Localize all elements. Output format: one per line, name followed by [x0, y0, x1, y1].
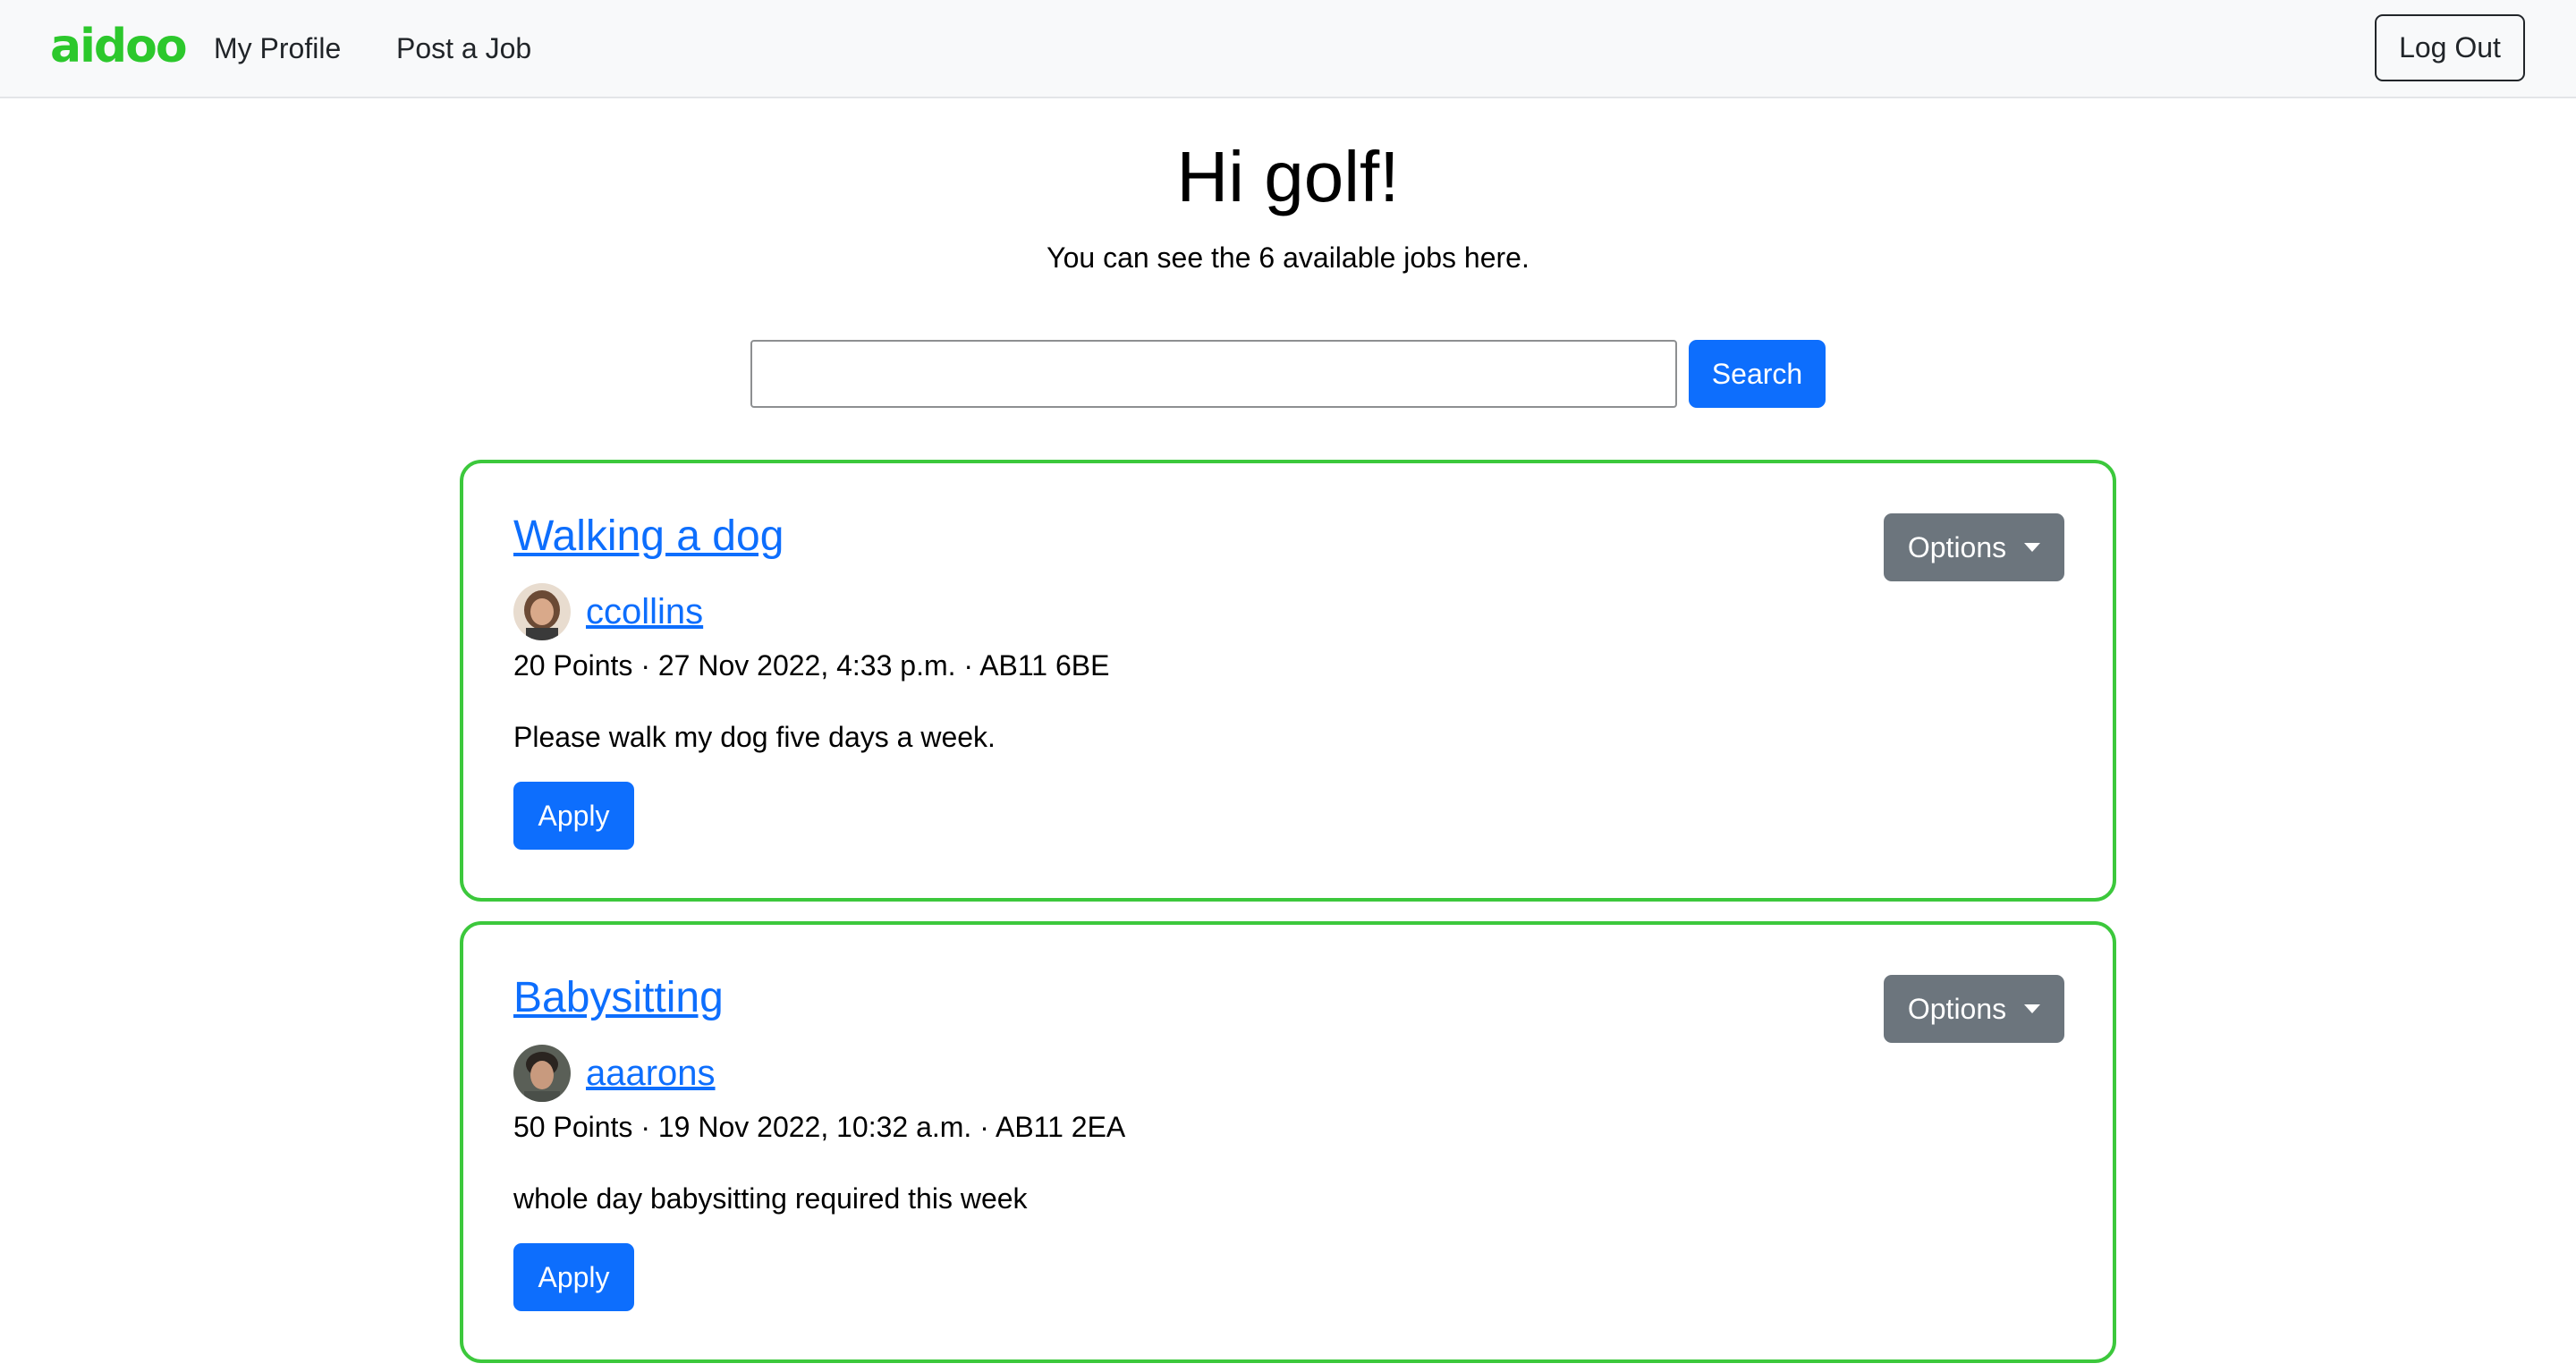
poster-username-link[interactable]: aaarons — [586, 1045, 716, 1102]
page-title: Hi golf! — [1176, 137, 1400, 216]
job-title-link[interactable]: Walking a dog — [513, 512, 784, 561]
options-label: Options — [1907, 992, 2007, 1025]
avatar — [513, 583, 571, 640]
job-card: Babysitting aaarons 50 Points · 19 Nov 2… — [460, 921, 2116, 1363]
options-dropdown-button[interactable]: Options — [1884, 513, 2064, 581]
job-description: Please walk my dog five days a week. — [513, 721, 996, 753]
options-dropdown-button[interactable]: Options — [1884, 975, 2064, 1043]
avatar — [513, 1045, 571, 1102]
chevron-down-icon — [2024, 1004, 2041, 1013]
apply-button[interactable]: Apply — [513, 782, 634, 850]
logout-button[interactable]: Log Out — [2375, 14, 2525, 81]
job-card: Walking a dog ccollins 20 Points · 27 No… — [460, 460, 2116, 902]
job-meta: 20 Points · 27 Nov 2022, 4:33 p.m. · AB1… — [513, 649, 1110, 682]
options-label: Options — [1907, 530, 2007, 563]
search-input[interactable] — [750, 340, 1677, 408]
poster-username-link[interactable]: ccollins — [586, 583, 703, 640]
job-meta: 50 Points · 19 Nov 2022, 10:32 a.m. · AB… — [513, 1111, 1126, 1143]
navbar: aidoo My Profile Post a Job Log Out — [0, 0, 2576, 98]
chevron-down-icon — [2024, 543, 2041, 552]
job-description: whole day babysitting required this week — [513, 1182, 1028, 1215]
nav-post-a-job[interactable]: Post a Job — [396, 30, 531, 66]
page-subtitle: You can see the 6 available jobs here. — [1046, 241, 1530, 274]
job-title-link[interactable]: Babysitting — [513, 974, 724, 1022]
apply-button[interactable]: Apply — [513, 1243, 634, 1311]
search-button[interactable]: Search — [1689, 340, 1826, 408]
brand-logo[interactable]: aidoo — [50, 23, 188, 70]
nav-my-profile[interactable]: My Profile — [214, 30, 341, 66]
